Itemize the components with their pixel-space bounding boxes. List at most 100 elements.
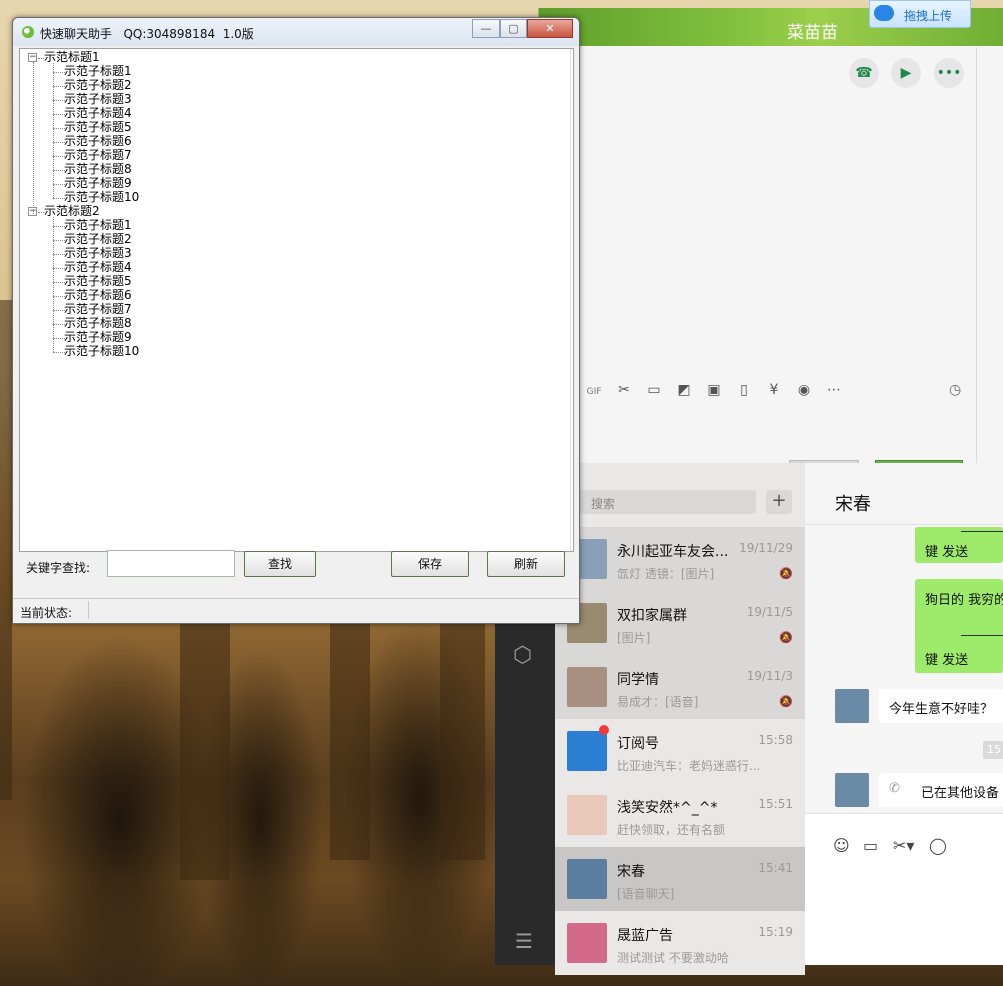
add-chat-button[interactable]: + xyxy=(766,490,792,514)
tree-expander-icon[interactable]: − xyxy=(28,53,37,62)
phone-icon: ✆ xyxy=(889,781,900,796)
keyword-search-label: 关键字查找: xyxy=(26,561,91,575)
folder-icon[interactable]: ▭ xyxy=(863,836,878,855)
close-button[interactable]: ✕ xyxy=(527,19,573,38)
chat-panel: 宋春 键 发送 狗日的 我穷的 键 发送 今年生意不好哇？ 15 ✆ 已在其他设… xyxy=(805,463,1003,965)
chat-list: ⌕ 搜索 + 永川起亚车友会...19/11/29氙灯 透镜：[图片]🔕双扣家属… xyxy=(555,463,805,975)
gif-icon[interactable]: GIF xyxy=(579,387,609,397)
message-timestamp: 15 xyxy=(983,741,1003,759)
tree-child-node[interactable]: 示范子标题8 xyxy=(64,163,132,176)
window-titlebar[interactable]: 快速聊天助手 QQ:304898184 1.0版 — ▢ ✕ xyxy=(13,18,579,46)
chat-list-item[interactable]: 宋春 15:41 [语音聊天] xyxy=(555,847,805,911)
chat-list-item[interactable]: 浅笑安然*^_^* 15:51 赶快领取，还有名额 xyxy=(555,783,805,847)
tree-child-node[interactable]: 示范子标题6 xyxy=(64,135,132,148)
chat-list-item[interactable]: 永川起亚车友会... 19/11/29 氙灯 透镜：[图片] 🔕 xyxy=(555,527,805,591)
clock-icon[interactable]: ◷ xyxy=(949,382,961,398)
avatar[interactable] xyxy=(835,689,869,723)
chat-time: 19/11/5 xyxy=(746,605,793,619)
tree-scroll-edge xyxy=(570,49,574,551)
red-packet-icon[interactable]: ¥ xyxy=(759,382,789,398)
drag-upload-button[interactable]: 拖拽上传 xyxy=(869,0,971,28)
chat-list-item[interactable]: 双扣家属群 19/11/5 [图片] 🔕 xyxy=(555,591,805,655)
video-icon[interactable]: ▶ xyxy=(891,58,921,88)
tree-child-node[interactable]: 示范子标题9 xyxy=(64,331,132,344)
tree-child-node[interactable]: 示范子标题2 xyxy=(64,79,132,92)
tree-child-node[interactable]: 示范子标题2 xyxy=(64,233,132,246)
chat-time: 15:19 xyxy=(758,925,793,939)
incoming-call-message: ✆ 已在其他设备 xyxy=(879,773,1003,807)
tree-child-node[interactable]: 示范子标题3 xyxy=(64,93,132,106)
window-title: 快速聊天助手 QQ:304898184 1.0版 xyxy=(40,27,254,41)
tree-child-node[interactable]: 示范子标题4 xyxy=(64,261,132,274)
screenshot-icon[interactable]: ✂▾ xyxy=(893,836,914,855)
chat-list-item[interactable]: 订阅号 15:58 比亚迪汽车：老妈迷惑行... xyxy=(555,719,805,783)
topic-tree[interactable]: − 示范标题1 示范子标题1 示范子标题2 示范子标题3 示范子标题4 示范子标题5 示范子标… xyxy=(19,48,574,552)
bridge-pillar-reflection xyxy=(330,620,370,860)
status-separator xyxy=(88,601,89,619)
avatar xyxy=(567,731,607,771)
bridge-pillar-reflection xyxy=(440,620,485,860)
chat-title: 宋春 xyxy=(835,494,871,515)
qq-contact-name: 菜苗苗 xyxy=(787,23,838,43)
quick-chat-assistant-window: 快速聊天助手 QQ:304898184 1.0版 — ▢ ✕ − 示范标题1 示范子… xyxy=(12,17,580,624)
bridge-pillar xyxy=(0,300,12,800)
music-icon[interactable]: ◉ xyxy=(789,382,819,398)
chat-list-item[interactable]: 晟蓝广告 15:19 测试测试 不要激动哈 xyxy=(555,911,805,975)
chat-list-item[interactable]: 同学情 19/11/3 易成才：[语音] 🔕 xyxy=(555,655,805,719)
tree-child-node[interactable]: 示范子标题6 xyxy=(64,289,132,302)
shake-icon[interactable]: ▯ xyxy=(729,382,759,398)
tree-child-node[interactable]: 示范子标题10 xyxy=(64,345,139,358)
avatar xyxy=(567,859,607,899)
keyword-search-input[interactable] xyxy=(107,550,235,577)
emoji-icon[interactable]: ☺ xyxy=(833,836,850,855)
tree-child-node[interactable]: 示范子标题9 xyxy=(64,177,132,190)
find-button[interactable]: 查找 xyxy=(244,551,316,577)
more-icon[interactable]: ⋯ xyxy=(819,382,849,398)
status-bar: 当前状态: xyxy=(13,598,579,620)
chat-time: 15:51 xyxy=(758,797,793,811)
dice-icon[interactable]: ◩ xyxy=(669,382,699,398)
tree-child-node[interactable]: 示范子标题3 xyxy=(64,247,132,260)
folder-icon[interactable]: ▭ xyxy=(639,382,669,398)
chat-history-icon[interactable]: ◯ xyxy=(929,836,947,855)
image-icon[interactable]: ▣ xyxy=(699,382,729,398)
chat-preview: 比亚迪汽车：老妈迷惑行... xyxy=(617,759,761,773)
chat-preview: 赶快领取，还有名额 xyxy=(617,823,726,837)
mini-program-icon[interactable]: ⬡ xyxy=(513,643,532,668)
app-icon xyxy=(22,26,34,38)
chat-search[interactable]: ⌕ 搜索 xyxy=(563,490,756,514)
tree-child-node[interactable]: 示范子标题5 xyxy=(64,121,132,134)
menu-icon[interactable]: ☰ xyxy=(515,929,533,953)
tree-child-node[interactable]: 示范子标题1 xyxy=(64,219,132,232)
tree-child-node[interactable]: 示范子标题4 xyxy=(64,107,132,120)
maximize-button[interactable]: ▢ xyxy=(500,19,527,38)
mute-icon: 🔕 xyxy=(779,567,793,580)
avatar xyxy=(567,923,607,963)
avatar xyxy=(567,795,607,835)
scissors-icon[interactable]: ✂ xyxy=(609,382,639,398)
chat-input-area[interactable]: ☺ ▭ ✂▾ ◯ xyxy=(805,813,1003,965)
refresh-button[interactable]: 刷新 xyxy=(487,551,565,577)
outgoing-message: 狗日的 我穷的 键 发送 xyxy=(915,579,1003,673)
chat-header: 宋春 xyxy=(805,463,1003,525)
tree-child-node[interactable]: 示范子标题7 xyxy=(64,149,132,162)
outgoing-message: 键 发送 xyxy=(915,527,1003,563)
chat-name: 订阅号 xyxy=(617,736,659,752)
chat-name: 宋春 xyxy=(617,864,645,880)
save-button[interactable]: 保存 xyxy=(391,551,469,577)
tree-child-node[interactable]: 示范子标题1 xyxy=(64,65,132,78)
minimize-button[interactable]: — xyxy=(472,19,500,38)
qq-chat-window: 菜苗苗 拖拽上传 ☎ ▶ ••• GIF ✂ ▭ ◩ ▣ ▯ ¥ ◉ ⋯ ◷ xyxy=(538,0,1003,466)
chat-time: 15:41 xyxy=(758,861,793,875)
more-icon[interactable]: ••• xyxy=(934,58,964,88)
chat-name: 永川起亚车友会... xyxy=(617,544,729,560)
tree-child-node[interactable]: 示范子标题5 xyxy=(64,275,132,288)
chat-preview: [语音聊天] xyxy=(617,887,675,901)
chat-time: 19/11/3 xyxy=(746,669,793,683)
chat-time: 15:58 xyxy=(758,733,793,747)
phone-icon[interactable]: ☎ xyxy=(849,58,879,88)
avatar[interactable] xyxy=(835,773,869,807)
tree-child-node[interactable]: 示范子标题7 xyxy=(64,303,132,316)
tree-child-node[interactable]: 示范子标题10 xyxy=(64,191,139,204)
tree-child-node[interactable]: 示范子标题8 xyxy=(64,317,132,330)
